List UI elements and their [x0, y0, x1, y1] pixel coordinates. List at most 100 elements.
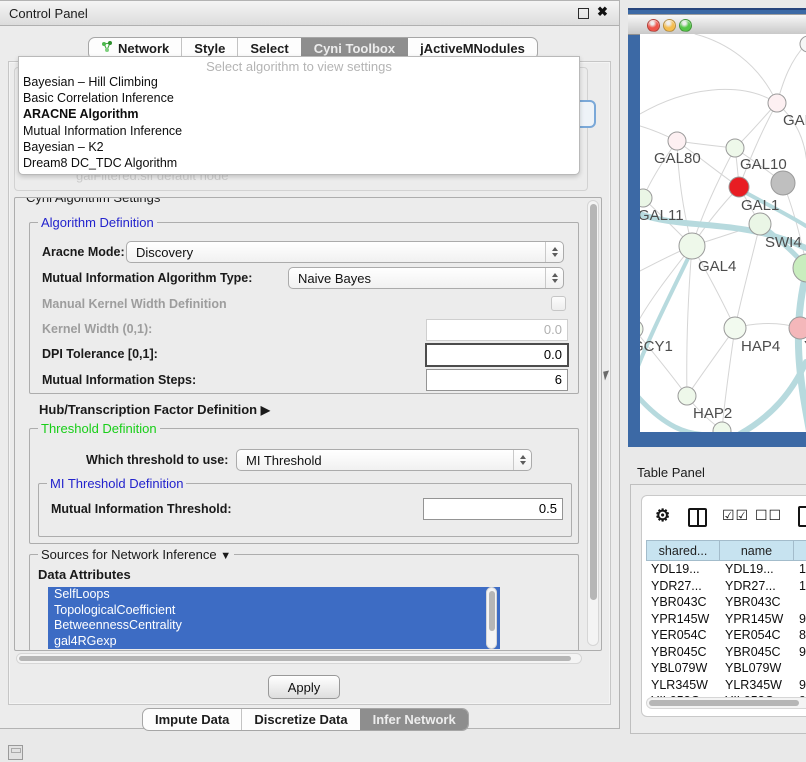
aracne-mode-select[interactable]: Discovery — [126, 241, 564, 263]
network-view-window: GALGAL80GAL10GAL1GAL11SWI4GAL4GCY1HAP4YH… — [628, 8, 806, 447]
table-row[interactable]: YPR145WYPR145W9. — [646, 611, 806, 628]
tab-label: jActiveMNodules — [420, 41, 525, 56]
kernel-width-input[interactable]: 0.0 — [426, 319, 568, 341]
network-node-gal1[interactable] — [729, 177, 749, 197]
network-node-gal[interactable] — [768, 94, 786, 112]
algorithm-option[interactable]: Bayesian – K2 — [19, 139, 579, 155]
network-node[interactable] — [771, 171, 795, 195]
cyni-mode-tabs: Impute Data Discretize DataInfer Network — [142, 708, 469, 731]
file-icon[interactable] — [798, 506, 806, 527]
column-header[interactable]: shared... — [646, 540, 720, 561]
control-panel-window: Control Panel ✖ galFiltered.sif default … — [0, 0, 620, 729]
table-row[interactable]: YBR043CYBR043C — [646, 594, 806, 611]
algorithm-option[interactable]: Bayesian – Hill Climbing — [19, 74, 579, 90]
apply-button[interactable]: Apply — [268, 675, 340, 699]
combo-arrows-icon — [545, 268, 563, 288]
mi-algorithm-type-select[interactable]: Naive Bayes — [288, 267, 564, 289]
settings-vertical-scrollbar[interactable] — [587, 200, 599, 646]
network-edge — [640, 246, 692, 329]
data-attribute-item[interactable]: TopologicalCoefficient — [48, 603, 500, 619]
node-label: GAL4 — [698, 258, 736, 275]
algorithm-option[interactable]: Dream8 DC_TDC Algorithm — [19, 155, 579, 171]
manual-kernel-width-checkbox[interactable] — [551, 296, 566, 311]
mi-steps-label: Mutual Information Steps: — [42, 373, 196, 387]
table-row[interactable]: YDR27...YDR27...12 — [646, 578, 806, 595]
tab-label: Style — [194, 41, 225, 56]
algorithm-option[interactable]: Basic Correlation Inference — [19, 90, 579, 106]
table-row[interactable]: YLR345WYLR345W9. — [646, 677, 806, 694]
network-edge — [687, 246, 692, 396]
table-row[interactable]: YDL19...YDL19...13 — [646, 561, 806, 578]
data-attribute-item[interactable]: gal4RGexp — [48, 634, 500, 650]
maximize-window-icon[interactable] — [679, 19, 692, 32]
settings-horizontal-scrollbar[interactable] — [16, 653, 582, 664]
network-node-gal10[interactable] — [726, 139, 744, 157]
network-node-y[interactable] — [789, 317, 806, 339]
data-attributes-label: Data Attributes — [38, 567, 131, 582]
network-node-swi4[interactable] — [749, 213, 771, 235]
network-node-gcy1[interactable] — [640, 320, 643, 338]
column-split-icon[interactable] — [688, 508, 707, 527]
sources-group: Sources for Network Inference ▼ Data Att… — [29, 554, 579, 651]
column-header[interactable] — [794, 540, 806, 561]
hub-definition-toggle[interactable]: Hub/Transcription Factor Definition ▶ — [39, 402, 270, 417]
tab-label: Impute Data — [155, 712, 229, 727]
table-horizontal-scrollbar[interactable] — [646, 697, 806, 709]
table-row[interactable]: YER054CYER054C8. — [646, 627, 806, 644]
table-cell: YDL19... — [646, 562, 720, 576]
tab-label: Cyni Toolbox — [314, 41, 395, 56]
attributes-list-scrollbar[interactable] — [486, 587, 497, 649]
close-window-icon[interactable] — [647, 19, 660, 32]
float-panel-icon[interactable] — [578, 8, 589, 19]
node-label: GCY1 — [640, 338, 673, 355]
node-attribute-table: shared...name YDL19...YDL19...13YDR27...… — [646, 540, 806, 700]
algorithm-option[interactable]: Mutual Information Inference — [19, 123, 579, 139]
close-panel-icon[interactable]: ✖ — [597, 4, 608, 20]
network-canvas[interactable]: GALGAL80GAL10GAL1GAL11SWI4GAL4GCY1HAP4YH… — [640, 34, 806, 432]
dpi-tolerance-input[interactable]: 0.0 — [425, 343, 569, 367]
control-panel-titlebar[interactable]: Control Panel ✖ — [0, 1, 619, 26]
network-node-gal80[interactable] — [668, 132, 686, 150]
network-edge — [640, 89, 777, 114]
minimize-window-icon[interactable] — [663, 19, 676, 32]
threshold-definition-group: Threshold Definition Which threshold to … — [29, 428, 579, 544]
which-threshold-value: MI Threshold — [246, 453, 322, 468]
table-cell: YDL19... — [720, 562, 794, 576]
node-label: GAL11 — [640, 207, 684, 224]
unchecked-columns-icon[interactable]: ☐☐ — [755, 507, 782, 524]
column-header[interactable]: name — [720, 540, 794, 561]
network-edge — [735, 224, 760, 328]
algorithm-option[interactable]: ARACNE Algorithm — [19, 106, 579, 122]
tab-discretize-data[interactable]: Discretize Data — [241, 709, 359, 730]
table-row[interactable]: YBL079WYBL079W — [646, 660, 806, 677]
gear-icon[interactable]: ⚙ — [655, 506, 670, 526]
network-window-titlebar[interactable] — [628, 14, 806, 35]
network-node-gal4[interactable] — [679, 233, 705, 259]
table-cell: 9. — [794, 645, 806, 659]
minimized-panel-icon[interactable] — [8, 745, 23, 760]
data-attribute-item[interactable]: SelfLoops — [48, 587, 500, 603]
algorithm-definition-title: Algorithm Definition — [38, 215, 157, 230]
combo-arrows-icon — [513, 450, 531, 470]
table-panel-body: ⚙ ☑☑ ☐☐ shared...name YDL19...YDL19...13… — [641, 495, 806, 717]
network-node-hap4[interactable] — [724, 317, 746, 339]
mi-steps-input[interactable]: 6 — [426, 369, 568, 391]
sources-title[interactable]: Sources for Network Inference ▼ — [38, 547, 234, 562]
cyni-settings-title: Cyni Algorithm Settings — [23, 197, 163, 205]
table-row[interactable]: YBR045CYBR045C9. — [646, 644, 806, 661]
network-node[interactable] — [793, 254, 806, 282]
tab-infer-network[interactable]: Infer Network — [360, 709, 468, 730]
mi-threshold-definition-group: MI Threshold Definition Mutual Informati… — [38, 483, 572, 537]
network-node[interactable] — [713, 422, 731, 432]
data-attribute-item[interactable]: BetweennessCentrality — [48, 618, 500, 634]
checked-columns-icon[interactable]: ☑☑ — [722, 507, 749, 524]
aracne-mode-label: Aracne Mode: — [42, 245, 125, 259]
network-node-hap2[interactable] — [678, 387, 696, 405]
tab-impute-data[interactable]: Impute Data — [143, 709, 241, 730]
table-cell: YER054C — [646, 628, 720, 642]
table-panel-window: ⚙ ☑☑ ☐☐ shared...name YDL19...YDL19...13… — [630, 484, 806, 734]
manual-kernel-width-label: Manual Kernel Width Definition — [42, 297, 227, 311]
mi-threshold-input[interactable]: 0.5 — [423, 498, 563, 520]
which-threshold-select[interactable]: MI Threshold — [236, 449, 532, 471]
table-cell: YPR145W — [646, 612, 720, 626]
